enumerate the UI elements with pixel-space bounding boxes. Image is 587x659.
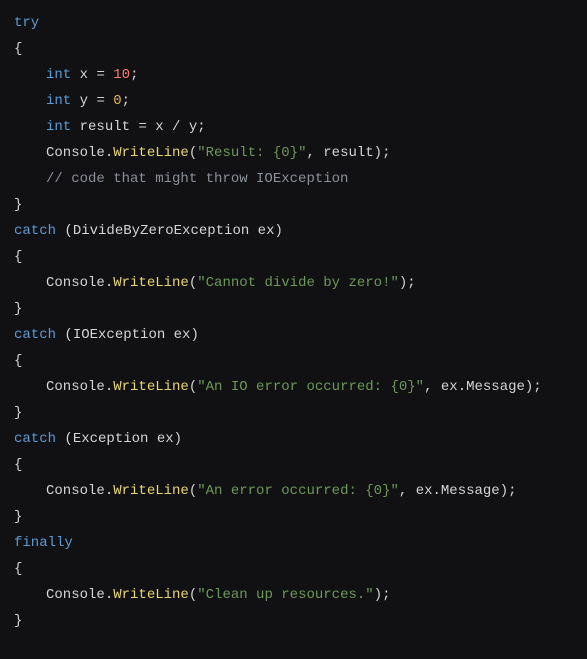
args-close: , ex.Message); xyxy=(424,379,542,395)
code-line: Console.WriteLine("Clean up resources.")… xyxy=(14,582,573,608)
code-block: try { int x = 10; int y = 0; int result … xyxy=(14,10,573,634)
code-line: } xyxy=(14,400,573,426)
code-line: Console.WriteLine("Cannot divide by zero… xyxy=(14,270,573,296)
class-console: Console xyxy=(46,483,105,499)
brace: } xyxy=(14,509,22,525)
number-literal: 0 xyxy=(113,93,121,109)
class-console: Console xyxy=(46,275,105,291)
method-writeline: WriteLine xyxy=(113,483,189,499)
type-exception: Exception xyxy=(73,431,149,447)
code-line: } xyxy=(14,296,573,322)
string-literal: "An IO error occurred: {0}" xyxy=(197,379,424,395)
code-line: } xyxy=(14,608,573,634)
args-close: ); xyxy=(399,275,416,291)
operator: = xyxy=(96,67,113,83)
identifier: ex) xyxy=(249,223,283,239)
brace: { xyxy=(14,41,22,57)
dot: . xyxy=(105,275,113,291)
comment: // code that might throw IOException xyxy=(46,171,348,187)
brace: } xyxy=(14,613,22,629)
keyword-int: int xyxy=(46,93,71,109)
keyword-finally: finally xyxy=(14,535,73,551)
class-console: Console xyxy=(46,145,105,161)
code-line: { xyxy=(14,36,573,62)
brace: { xyxy=(14,561,22,577)
paren: ( xyxy=(189,145,197,161)
type-ioexception: IOException xyxy=(73,327,165,343)
string-literal: "Result: {0}" xyxy=(197,145,306,161)
class-console: Console xyxy=(46,587,105,603)
args-close: ); xyxy=(374,587,391,603)
paren: ( xyxy=(189,483,197,499)
type-dividebyzero: DivideByZeroException xyxy=(73,223,249,239)
dot: . xyxy=(105,145,113,161)
semicolon: ; xyxy=(130,67,138,83)
args-close: , result); xyxy=(306,145,390,161)
paren: ( xyxy=(56,327,73,343)
code-line: int result = x / y; xyxy=(14,114,573,140)
code-line: int y = 0; xyxy=(14,88,573,114)
code-line: int x = 10; xyxy=(14,62,573,88)
code-line: finally xyxy=(14,530,573,556)
code-line: { xyxy=(14,452,573,478)
semicolon: ; xyxy=(122,93,130,109)
code-line: catch (Exception ex) xyxy=(14,426,573,452)
paren: ( xyxy=(189,379,197,395)
paren: ( xyxy=(189,587,197,603)
string-literal: "Cannot divide by zero!" xyxy=(197,275,399,291)
dot: . xyxy=(105,483,113,499)
method-writeline: WriteLine xyxy=(113,379,189,395)
keyword-int: int xyxy=(46,67,71,83)
method-writeline: WriteLine xyxy=(113,275,189,291)
keyword-int: int xyxy=(46,119,71,135)
keyword-try: try xyxy=(14,15,39,31)
paren: ( xyxy=(56,223,73,239)
code-line: Console.WriteLine("An error occurred: {0… xyxy=(14,478,573,504)
brace: } xyxy=(14,301,22,317)
keyword-catch: catch xyxy=(14,327,56,343)
class-console: Console xyxy=(46,379,105,395)
string-literal: "An error occurred: {0}" xyxy=(197,483,399,499)
identifier: ex) xyxy=(165,327,199,343)
code-line: { xyxy=(14,244,573,270)
string-literal: "Clean up resources." xyxy=(197,587,373,603)
dot: . xyxy=(105,587,113,603)
identifier: ex) xyxy=(148,431,182,447)
brace: } xyxy=(14,197,22,213)
paren: ( xyxy=(56,431,73,447)
method-writeline: WriteLine xyxy=(113,145,189,161)
expression: = x / y; xyxy=(138,119,205,135)
number-literal: 10 xyxy=(113,67,130,83)
brace: { xyxy=(14,353,22,369)
code-line: try xyxy=(14,10,573,36)
code-line: } xyxy=(14,504,573,530)
code-line: Console.WriteLine("Result: {0}", result)… xyxy=(14,140,573,166)
dot: . xyxy=(105,379,113,395)
paren: ( xyxy=(189,275,197,291)
code-line: Console.WriteLine("An IO error occurred:… xyxy=(14,374,573,400)
identifier: result xyxy=(71,119,138,135)
brace: { xyxy=(14,249,22,265)
identifier: x xyxy=(71,67,96,83)
operator: = xyxy=(96,93,113,109)
method-writeline: WriteLine xyxy=(113,587,189,603)
code-line: } xyxy=(14,192,573,218)
identifier: y xyxy=(71,93,96,109)
code-line: catch (DivideByZeroException ex) xyxy=(14,218,573,244)
brace: } xyxy=(14,405,22,421)
args-close: , ex.Message); xyxy=(399,483,517,499)
code-line: catch (IOException ex) xyxy=(14,322,573,348)
brace: { xyxy=(14,457,22,473)
code-line: // code that might throw IOException xyxy=(14,166,573,192)
code-line: { xyxy=(14,348,573,374)
keyword-catch: catch xyxy=(14,223,56,239)
keyword-catch: catch xyxy=(14,431,56,447)
code-line: { xyxy=(14,556,573,582)
